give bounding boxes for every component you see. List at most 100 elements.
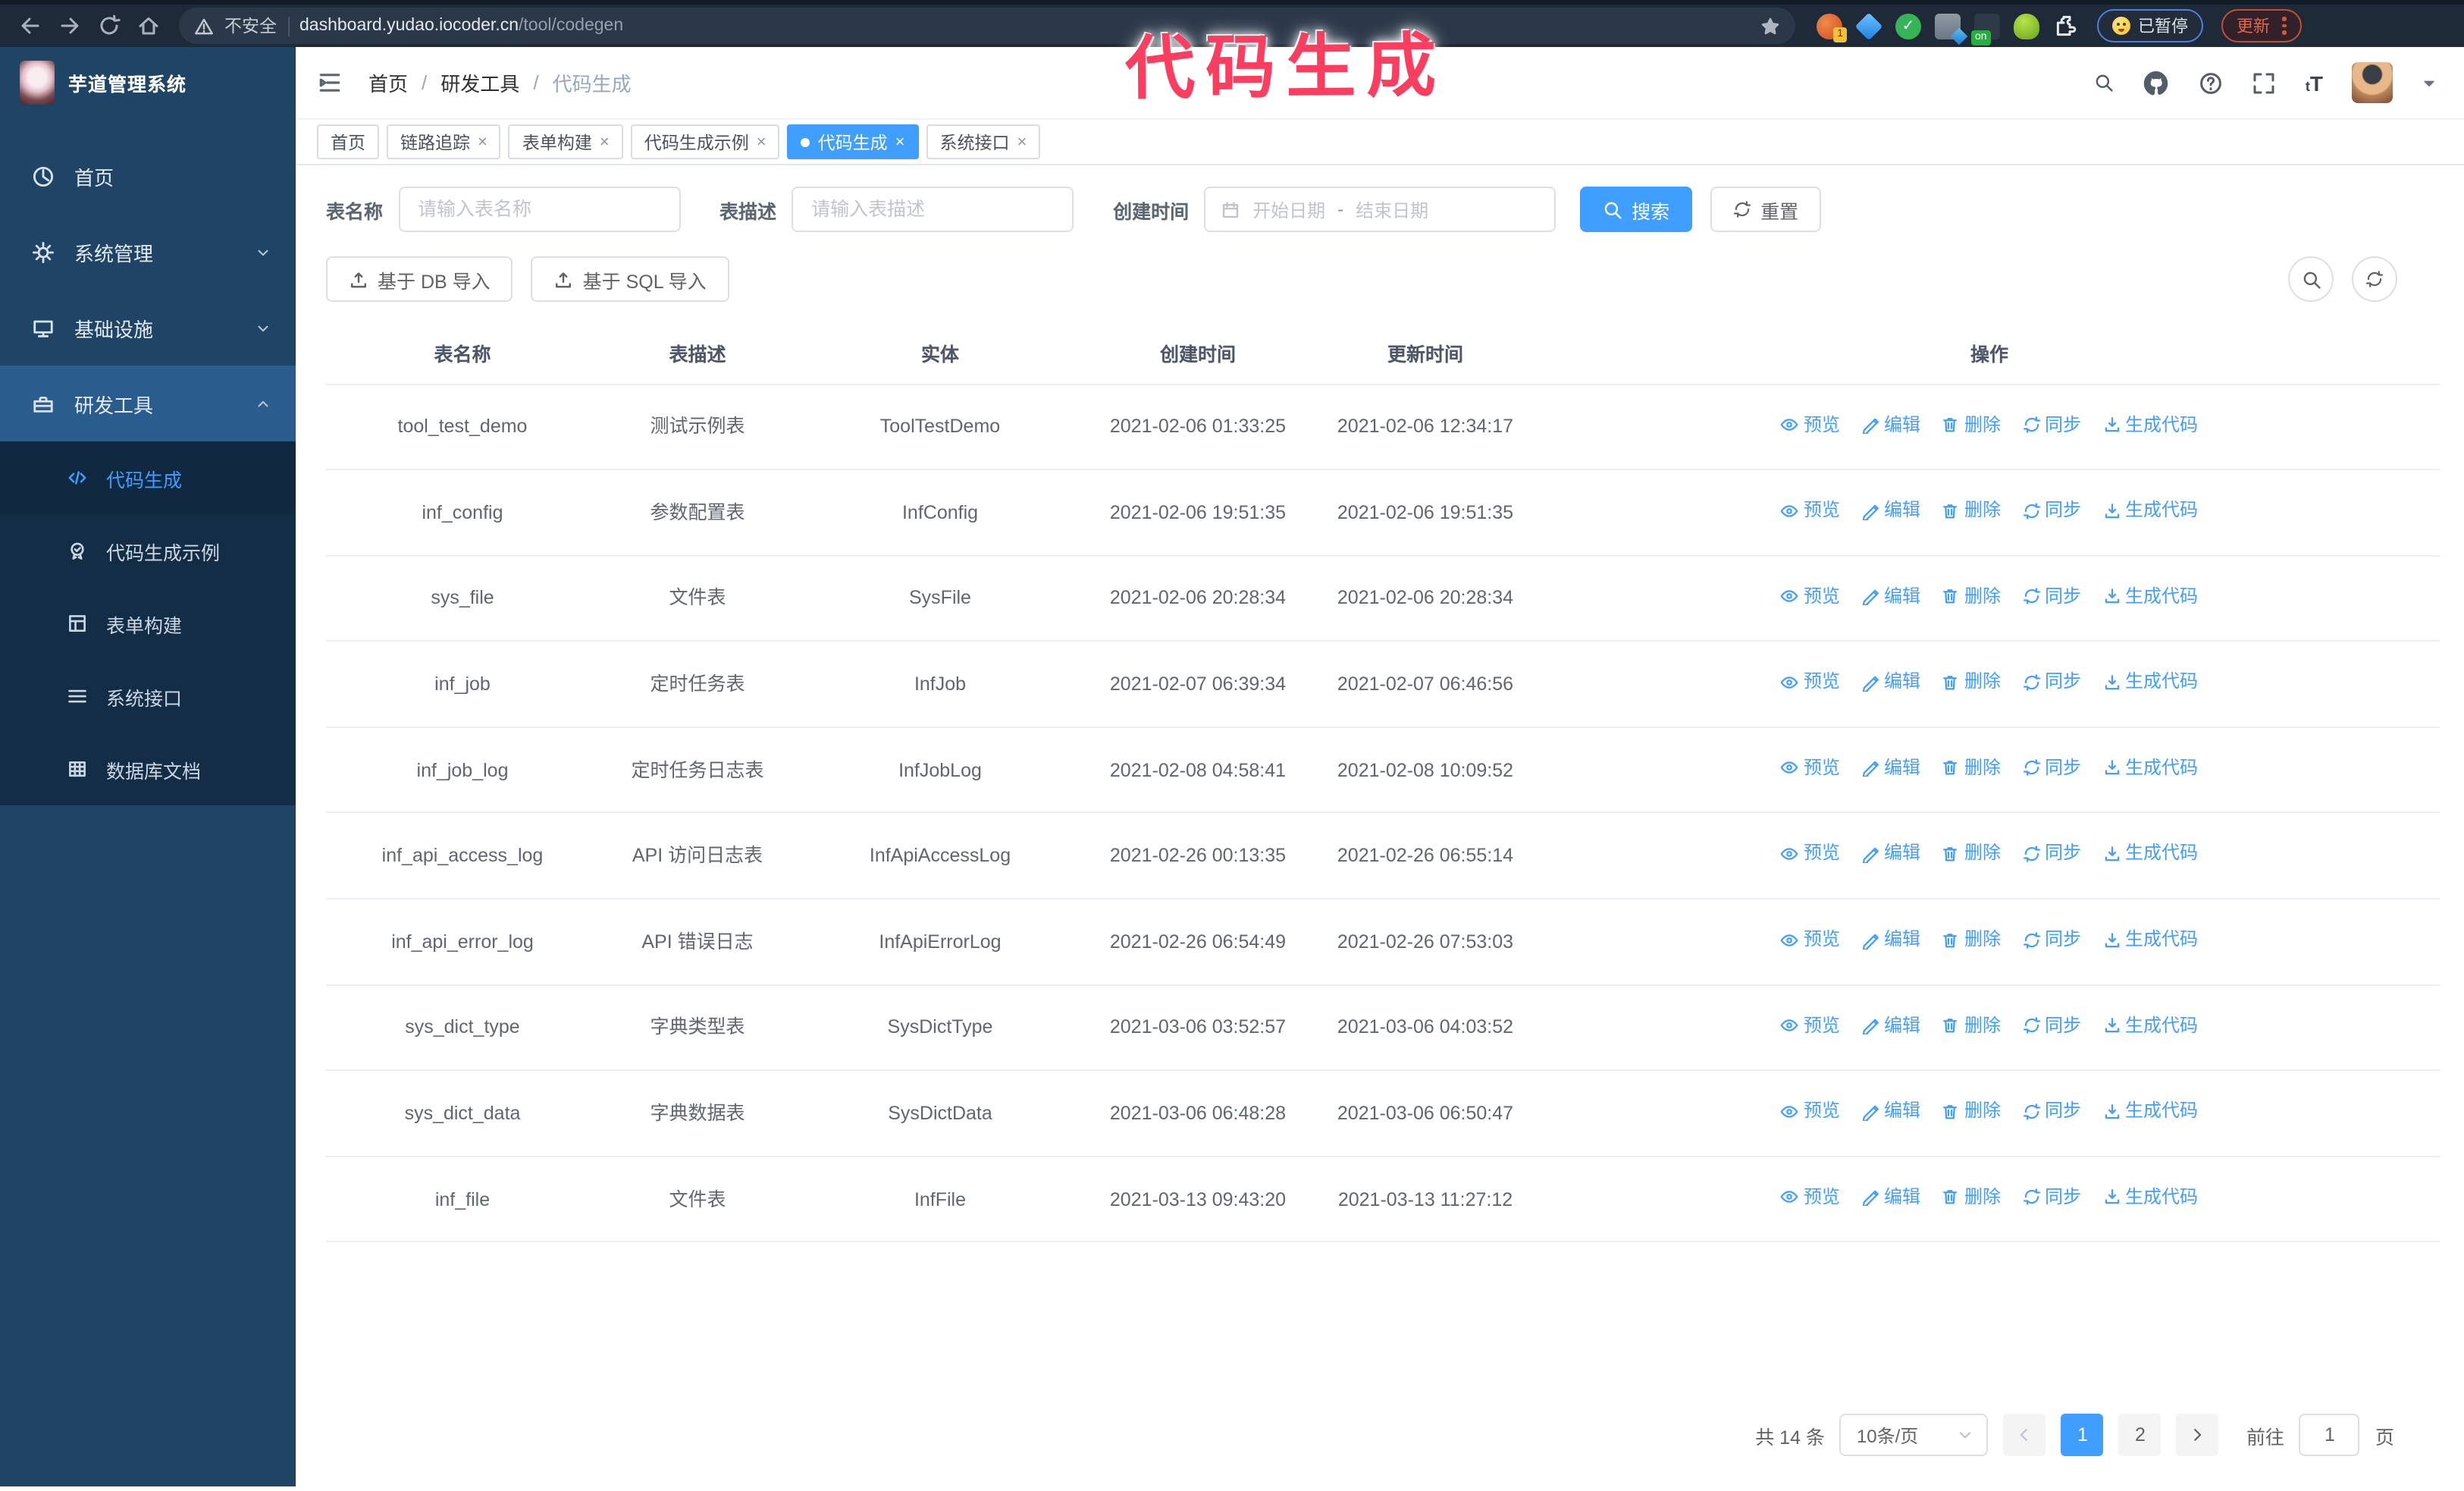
sync-link[interactable]: 同步: [2022, 410, 2081, 439]
delete-link[interactable]: 删除: [1942, 1011, 2001, 1040]
preview-link[interactable]: 预览: [1781, 1011, 1840, 1040]
sidebar-subitem-3[interactable]: 系统接口: [0, 660, 296, 733]
close-icon[interactable]: ×: [895, 133, 905, 151]
delete-link[interactable]: 删除: [1942, 925, 2001, 954]
edit-link[interactable]: 编辑: [1861, 668, 1920, 697]
preview-link[interactable]: 预览: [1781, 496, 1840, 525]
delete-link[interactable]: 删除: [1942, 840, 2001, 868]
delete-link[interactable]: 删除: [1942, 1183, 2001, 1212]
browser-menu-icon[interactable]: [2282, 17, 2286, 35]
preview-link[interactable]: 预览: [1781, 582, 1840, 611]
sql-import-button[interactable]: 基于 SQL 导入: [531, 256, 729, 302]
bookmark-star-icon[interactable]: [1760, 16, 1780, 36]
avatar[interactable]: [2352, 62, 2393, 103]
edit-link[interactable]: 编辑: [1861, 496, 1920, 525]
db-import-button[interactable]: 基于 DB 导入: [326, 256, 513, 302]
next-page-button[interactable]: [2176, 1414, 2219, 1456]
sidebar-subitem-1[interactable]: 代码生成示例: [0, 514, 296, 587]
close-icon[interactable]: ×: [1017, 133, 1027, 151]
preview-link[interactable]: 预览: [1781, 1097, 1840, 1126]
preview-link[interactable]: 预览: [1781, 754, 1840, 783]
green-extension-icon[interactable]: [2014, 13, 2039, 39]
edit-link[interactable]: 编辑: [1861, 1097, 1920, 1126]
edit-link[interactable]: 编辑: [1861, 1011, 1920, 1040]
grid-extension-icon[interactable]: [1935, 13, 1961, 39]
generate-code-link[interactable]: 生成代码: [2102, 496, 2198, 525]
sidebar-item-3[interactable]: 研发工具: [0, 366, 296, 441]
sidebar-subitem-4[interactable]: 数据库文档: [0, 733, 296, 805]
sync-link[interactable]: 同步: [2022, 1183, 2081, 1212]
edit-link[interactable]: 编辑: [1861, 410, 1920, 439]
page-button-1[interactable]: 1: [2061, 1414, 2104, 1456]
preview-link[interactable]: 预览: [1781, 668, 1840, 697]
font-size-icon[interactable]: tT: [2306, 71, 2323, 95]
browser-back-button[interactable]: [12, 8, 49, 44]
puzzle-extensions-icon[interactable]: [2053, 13, 2079, 39]
sidebar-item-2[interactable]: 基础设施: [0, 290, 296, 366]
browser-reload-button[interactable]: [91, 8, 127, 44]
preview-link[interactable]: 预览: [1781, 840, 1840, 868]
sync-link[interactable]: 同步: [2022, 754, 2081, 783]
generate-code-link[interactable]: 生成代码: [2102, 668, 2198, 697]
generate-code-link[interactable]: 生成代码: [2102, 840, 2198, 868]
tab-3[interactable]: 代码生成示例 ×: [630, 124, 780, 159]
table-name-input[interactable]: [398, 187, 681, 232]
address-bar[interactable]: 不安全 dashboard.yudao.iocoder.cn/tool/code…: [179, 8, 1795, 44]
sidebar-subitem-2[interactable]: 表单构建: [0, 587, 296, 660]
generate-code-link[interactable]: 生成代码: [2102, 925, 2198, 954]
edit-link[interactable]: 编辑: [1861, 925, 1920, 954]
page-button-2[interactable]: 2: [2118, 1414, 2161, 1456]
chevron-down-icon[interactable]: [2422, 75, 2437, 90]
app-logo[interactable]: 芋道管理系统: [0, 47, 296, 117]
search-button[interactable]: 搜索: [1580, 187, 1693, 232]
sync-link[interactable]: 同步: [2022, 1011, 2081, 1040]
browser-home-button[interactable]: [130, 8, 167, 44]
edit-link[interactable]: 编辑: [1861, 754, 1920, 783]
generate-code-link[interactable]: 生成代码: [2102, 754, 2198, 783]
goto-page-input[interactable]: [2299, 1414, 2360, 1456]
browser-forward-button[interactable]: [52, 8, 88, 44]
tab-1[interactable]: 链路追踪 ×: [387, 124, 501, 159]
delete-link[interactable]: 删除: [1942, 1097, 2001, 1126]
preview-link[interactable]: 预览: [1781, 1183, 1840, 1212]
url-text[interactable]: dashboard.yudao.iocoder.cn/tool/codegen: [299, 17, 623, 35]
generate-code-link[interactable]: 生成代码: [2102, 410, 2198, 439]
preview-link[interactable]: 预览: [1781, 925, 1840, 954]
edit-link[interactable]: 编辑: [1861, 1183, 1920, 1212]
reset-button[interactable]: 重置: [1710, 187, 1822, 232]
sync-link[interactable]: 同步: [2022, 668, 2081, 697]
toggle-search-button[interactable]: [2288, 256, 2334, 302]
collapse-sidebar-icon[interactable]: [317, 70, 343, 96]
delete-link[interactable]: 删除: [1942, 754, 2001, 783]
close-icon[interactable]: ×: [757, 133, 766, 151]
generate-code-link[interactable]: 生成代码: [2102, 1011, 2198, 1040]
tab-2[interactable]: 表单构建 ×: [508, 124, 623, 159]
sync-link[interactable]: 同步: [2022, 496, 2081, 525]
refresh-table-button[interactable]: [2352, 256, 2397, 302]
close-icon[interactable]: ×: [600, 133, 610, 151]
preview-link[interactable]: 预览: [1781, 410, 1840, 439]
edit-link[interactable]: 编辑: [1861, 582, 1920, 611]
switch-extension-icon[interactable]: on: [1971, 13, 2000, 45]
browser-update-button[interactable]: 更新: [2221, 9, 2301, 42]
sync-link[interactable]: 同步: [2022, 582, 2081, 611]
check-extension-icon[interactable]: ✓: [1895, 13, 1921, 39]
search-icon[interactable]: [2095, 73, 2114, 93]
date-range-picker[interactable]: 开始日期 - 结束日期: [1204, 187, 1556, 232]
help-icon[interactable]: [2199, 71, 2224, 95]
gem-extension-icon[interactable]: [1854, 11, 1883, 40]
table-desc-input[interactable]: [792, 187, 1074, 232]
generate-code-link[interactable]: 生成代码: [2102, 582, 2198, 611]
sync-link[interactable]: 同步: [2022, 840, 2081, 868]
breadcrumb-home[interactable]: 首页: [368, 68, 408, 97]
sidebar-item-1[interactable]: 系统管理: [0, 214, 296, 290]
colorzilla-extension-icon[interactable]: 1: [1817, 13, 1847, 42]
profile-paused-chip[interactable]: 已暂停: [2097, 9, 2203, 42]
prev-page-button[interactable]: [2003, 1414, 2046, 1456]
page-size-select[interactable]: 10条/页: [1839, 1414, 1989, 1456]
sidebar-item-0[interactable]: 首页: [0, 138, 296, 214]
close-icon[interactable]: ×: [478, 133, 487, 151]
delete-link[interactable]: 删除: [1942, 410, 2001, 439]
tab-0[interactable]: 首页: [317, 124, 379, 159]
security-label[interactable]: 不安全: [224, 14, 277, 38]
